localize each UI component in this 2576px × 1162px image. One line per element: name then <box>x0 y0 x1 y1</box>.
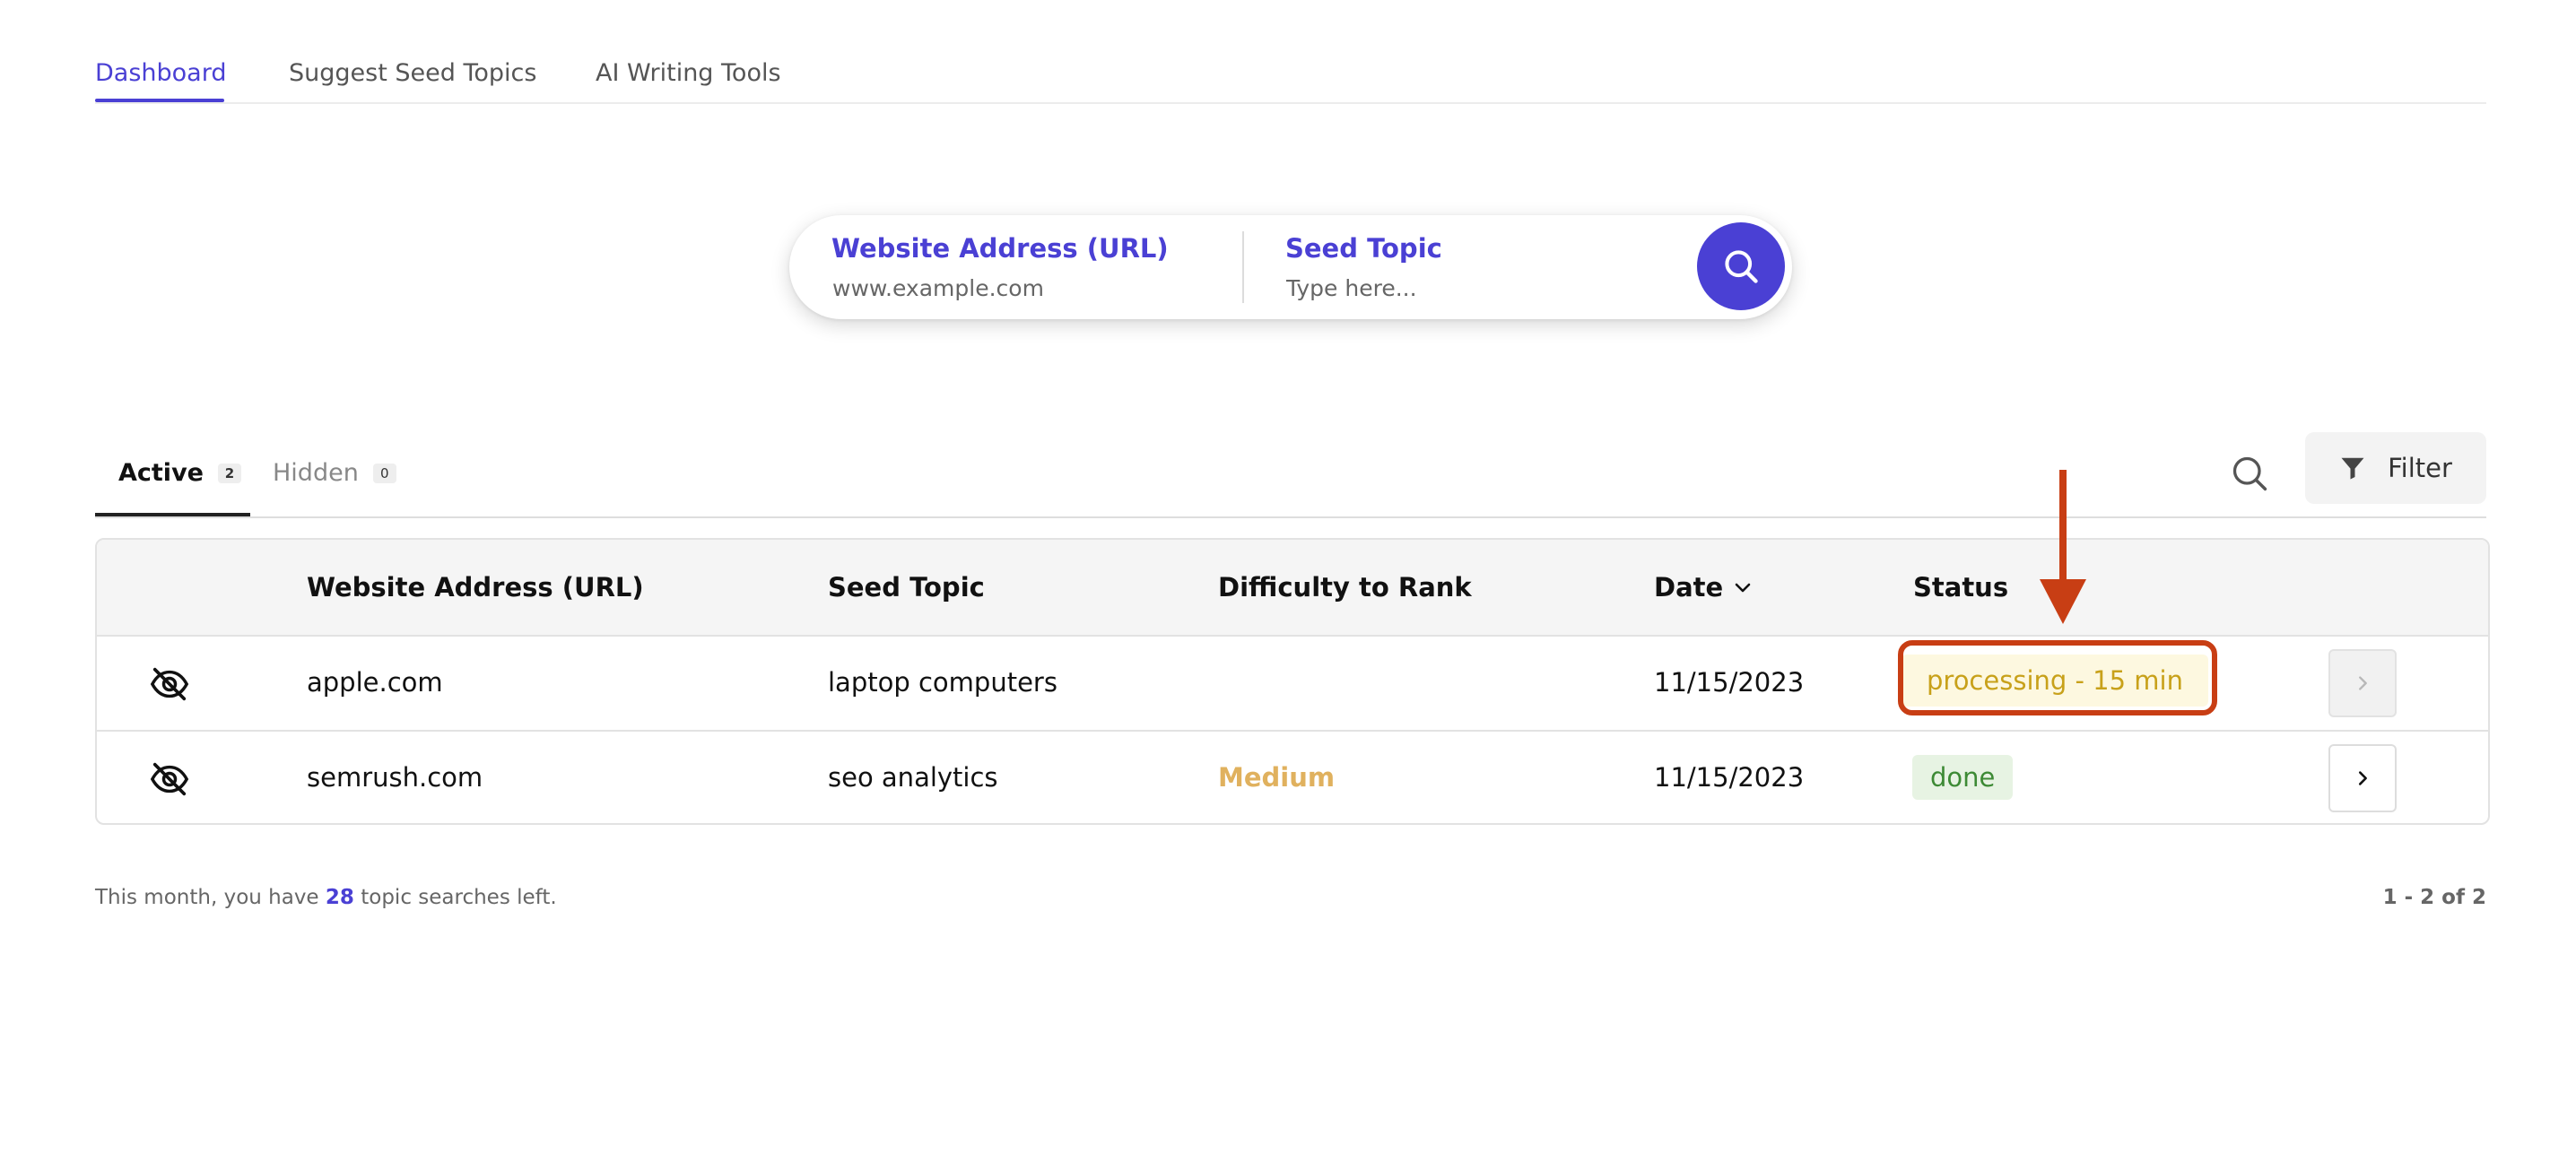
filter-label: Filter <box>2388 453 2452 483</box>
seed-topic-input[interactable] <box>1286 273 1663 303</box>
cell-difficulty: Medium <box>1218 762 1336 793</box>
list-tabs: Active 2 Hidden 0 <box>95 439 2486 518</box>
filter-icon <box>2341 457 2364 480</box>
cell-seed-topic: seo analytics <box>828 762 998 793</box>
search-icon <box>2232 456 2267 491</box>
tab-active-count: 2 <box>217 463 241 483</box>
quota-prefix: This month, you have <box>95 886 319 909</box>
table-search-button[interactable] <box>2223 447 2276 500</box>
tab-hidden-label: Hidden <box>273 459 359 487</box>
search-divider <box>1242 231 1244 303</box>
table-header: Website Address (URL) Seed Topic Difficu… <box>97 540 2488 637</box>
pagination-summary: 1 - 2 of 2 <box>2382 886 2486 909</box>
cell-url: apple.com <box>307 667 443 698</box>
tab-hidden[interactable]: Hidden 0 <box>273 459 396 487</box>
open-row-button[interactable] <box>2328 744 2397 812</box>
annotation-highlight-box <box>1898 640 2217 715</box>
url-input[interactable] <box>832 273 1209 303</box>
chevron-down-icon <box>1735 583 1751 593</box>
quota-text: This month, you have 28 topic searches l… <box>95 886 557 909</box>
header-date-label: Date <box>1654 572 1724 603</box>
search-submit-button[interactable] <box>1697 222 1785 310</box>
url-field-label: Website Address (URL) <box>831 233 1169 264</box>
hide-toggle-button[interactable] <box>149 663 190 705</box>
table-row: semrush.com seo analytics Medium 11/15/2… <box>97 732 2488 823</box>
open-row-button[interactable] <box>2328 649 2397 717</box>
tab-hidden-count: 0 <box>372 463 396 483</box>
hide-toggle-button[interactable] <box>149 759 190 800</box>
status-badge: done <box>1912 755 2014 800</box>
tab-active-label: Active <box>118 459 204 487</box>
tab-suggest-seed-topics[interactable]: Suggest Seed Topics <box>289 59 536 87</box>
search-bar: Website Address (URL) Seed Topic <box>789 215 1792 319</box>
header-date[interactable]: Date <box>1654 572 1754 603</box>
eye-off-icon <box>150 762 189 796</box>
cell-date: 11/15/2023 <box>1654 667 1805 698</box>
header-status: Status <box>1913 572 2009 603</box>
cell-url: semrush.com <box>307 762 483 793</box>
top-nav: Dashboard Suggest Seed Topics AI Writing… <box>95 36 2486 104</box>
tab-dashboard[interactable]: Dashboard <box>95 59 226 87</box>
cell-seed-topic: laptop computers <box>828 667 1057 698</box>
annotation-arrow <box>2040 470 2086 624</box>
chevron-right-icon <box>2358 771 2367 785</box>
filter-button[interactable]: Filter <box>2305 432 2486 504</box>
active-subtab-underline <box>95 513 250 516</box>
chevron-right-icon <box>2359 676 2367 690</box>
header-seed-topic: Seed Topic <box>828 572 985 603</box>
tab-ai-writing-tools[interactable]: AI Writing Tools <box>596 59 781 87</box>
cell-date: 11/15/2023 <box>1654 762 1805 793</box>
seed-topic-field-label: Seed Topic <box>1285 233 1442 264</box>
quota-suffix: topic searches left. <box>361 886 557 909</box>
quota-count: 28 <box>325 886 354 909</box>
header-url: Website Address (URL) <box>307 572 644 603</box>
active-tab-underline <box>95 99 224 102</box>
search-icon <box>1725 250 1758 283</box>
header-difficulty: Difficulty to Rank <box>1218 572 1472 603</box>
tab-active[interactable]: Active 2 <box>118 459 241 487</box>
eye-off-icon <box>150 667 189 701</box>
